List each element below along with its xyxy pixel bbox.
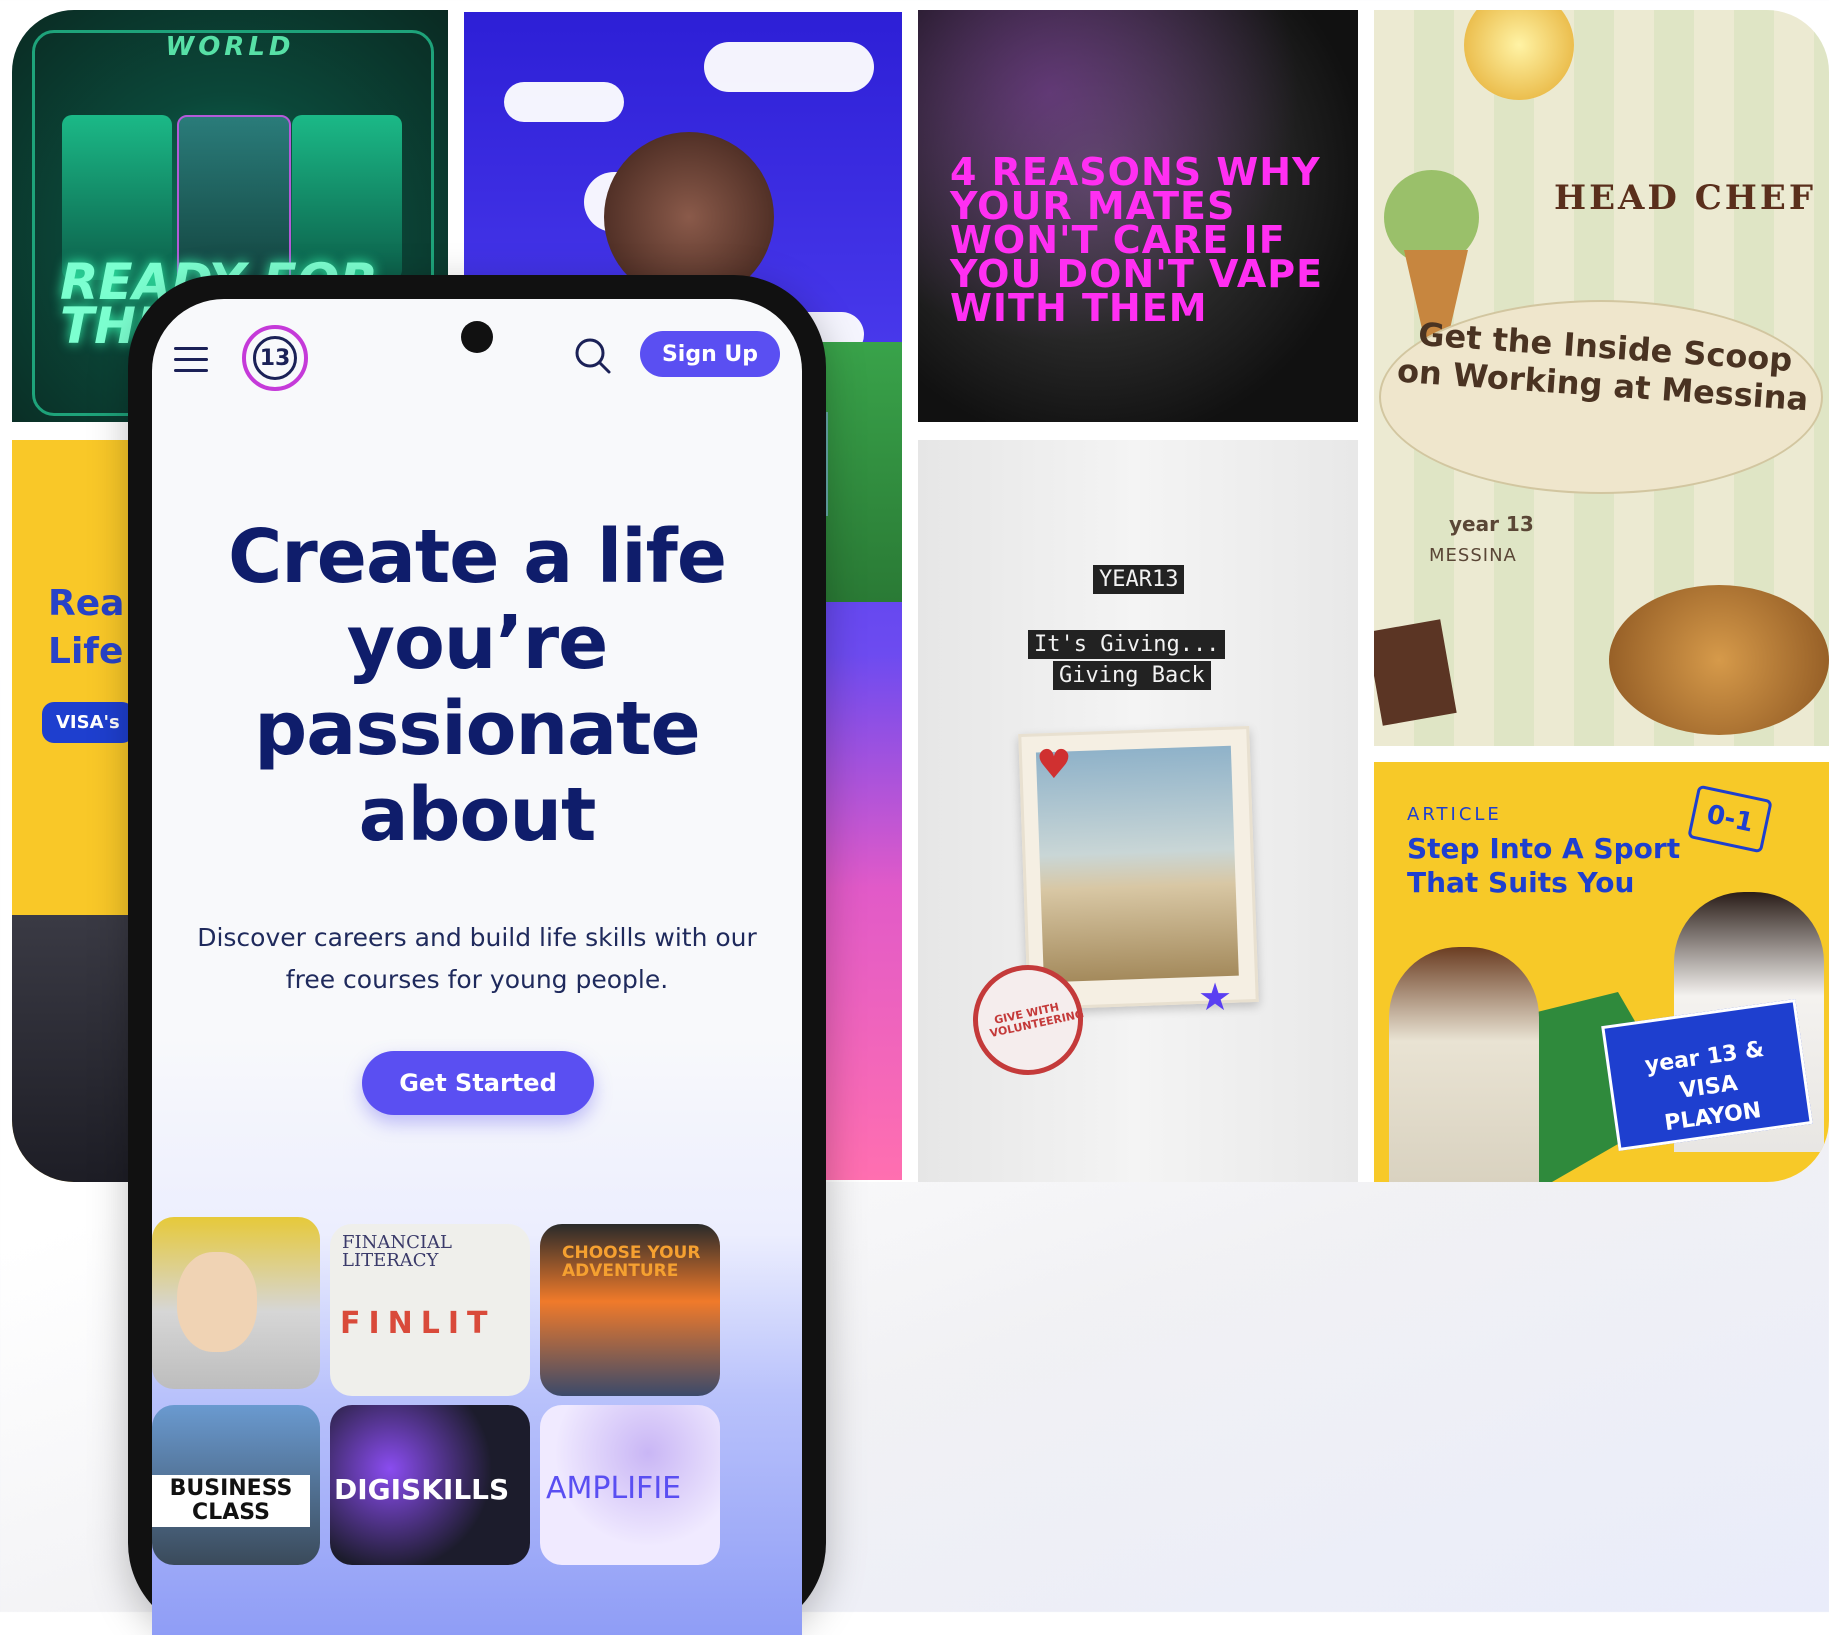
get-started-button[interactable]: Get Started [362, 1051, 594, 1115]
playon-sign: year 13 & VISA PLAYON [1601, 998, 1813, 1152]
heart-icon: ♥ [1036, 742, 1072, 788]
life-headline-2: Life [48, 631, 124, 672]
star-icon: ★ [1198, 975, 1233, 1019]
chef-tile[interactable]: HEAD CHEF Get the Inside Scoop on Workin… [1374, 10, 1829, 746]
phone-screen: 13 Sign Up Create a life you’re passiona… [152, 299, 802, 1635]
sport-kicker: ARTICLE [1407, 804, 1502, 825]
driver-photo [177, 1252, 257, 1352]
business-label: BUSINESS CLASS [152, 1475, 310, 1527]
finlit-kicker: FINANCIAL LITERACY [342, 1232, 452, 1271]
hero-title: Create a life you’re passionate about [227, 514, 727, 858]
course-card-driving[interactable] [152, 1217, 320, 1389]
sport-headline-2: That Suits You [1407, 866, 1635, 899]
giving-tile[interactable]: YEAR13 It's Giving... Giving Back ♥ ★ GI… [918, 440, 1358, 1182]
phone-mockup: 13 Sign Up Create a life you’re passiona… [128, 275, 826, 1635]
course-card-digiskills[interactable]: DIGISKILLS [330, 1405, 530, 1565]
vape-headline: 4 REASONS WHY YOUR MATES WON'T CARE IF Y… [950, 150, 1324, 330]
giving-line-1: It's Giving... [1028, 630, 1226, 659]
lemon-image [1464, 10, 1574, 100]
score-badge: 0-1 [1687, 784, 1773, 854]
adventure-label: CHOOSE YOUR ADVENTURE [562, 1243, 701, 1281]
cloud-shape [504, 82, 624, 122]
course-card-adventure[interactable]: CHOOSE YOUR ADVENTURE [540, 1224, 720, 1396]
world-title: WORLD [165, 32, 295, 62]
chef-partner: MESSINA [1429, 545, 1517, 566]
life-pill: VISA's [42, 702, 134, 743]
vape-tile[interactable]: 4 REASONS WHY YOUR MATES WON'T CARE IF Y… [918, 10, 1358, 422]
camera-hole [461, 321, 493, 353]
sign-up-button[interactable]: Sign Up [640, 331, 780, 377]
amplify-label: AMPLIFIE [546, 1471, 682, 1506]
digiskills-label: DIGISKILLS [334, 1473, 510, 1506]
playon-sign-text: year 13 & VISA PLAYON [1643, 1036, 1766, 1137]
waffle-image [1609, 585, 1829, 735]
chocolate-image [1374, 619, 1457, 726]
year13-logo[interactable]: 13 [242, 325, 308, 391]
sport-tile[interactable]: ARTICLE Step Into A Sport That Suits You… [1374, 762, 1829, 1182]
chef-brand: year 13 [1449, 512, 1534, 536]
giving-brand: YEAR13 [1093, 565, 1185, 594]
logo-mark: 13 [253, 336, 297, 380]
search-icon[interactable] [574, 337, 612, 375]
course-card-amplify[interactable]: AMPLIFIE [540, 1405, 720, 1565]
giving-line-2: Giving Back [1053, 661, 1211, 690]
course-card-business[interactable]: BUSINESS CLASS [152, 1405, 320, 1565]
life-headline-1: Rea [48, 583, 125, 624]
sport-headline-1: Step Into A Sport [1407, 832, 1681, 865]
stamp-text: GIVE WITH VOLUNTEERING [988, 1000, 1086, 1041]
chef-title: HEAD CHEF [1554, 178, 1816, 218]
finlit-label: FINLIT [340, 1306, 496, 1341]
hero-subtitle: Discover careers and build life skills w… [197, 923, 757, 994]
cloud-shape [704, 42, 874, 92]
course-card-finlit[interactable]: FINANCIAL LITERACY FINLIT [330, 1224, 530, 1396]
player-left-photo [1389, 947, 1539, 1182]
menu-icon[interactable] [174, 347, 208, 373]
